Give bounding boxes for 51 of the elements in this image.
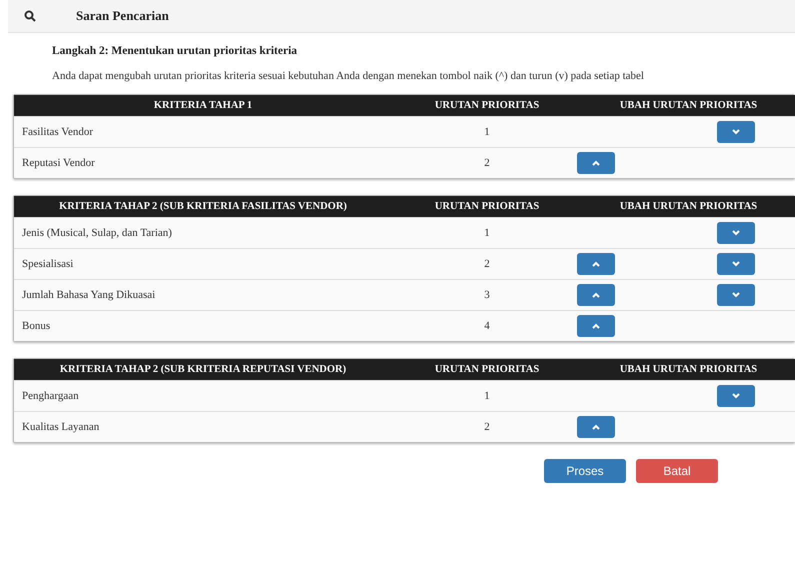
column-header: URUTAN PRIORITAS xyxy=(434,200,540,214)
move-up-button[interactable] xyxy=(577,416,615,438)
table-cell-text: 3 xyxy=(483,289,491,301)
move-down-button[interactable] xyxy=(717,253,755,275)
process-button[interactable]: Proses xyxy=(544,459,626,483)
chevron-down-icon xyxy=(731,229,741,237)
chevron-up-icon xyxy=(591,423,601,431)
column-header: KRITERIA TAHAP 2 (SUB KRITERIA REPUTASI VENDOR) xyxy=(58,363,348,377)
table-cell-text: 2 xyxy=(483,258,491,270)
chevron-up-icon xyxy=(591,322,601,330)
column-header: URUTAN PRIORITAS xyxy=(434,99,540,113)
table-cell-text: Penghargaan xyxy=(21,390,80,402)
move-up-button[interactable] xyxy=(577,253,615,275)
table-cell-text: Jumlah Bahasa Yang Dikuasai xyxy=(21,289,156,301)
move-down-button[interactable] xyxy=(717,121,755,143)
column-header: UBAH URUTAN PRIORITAS xyxy=(618,99,758,113)
table-cell-text: 1 xyxy=(483,227,491,239)
column-header: KRITERIA TAHAP 1 xyxy=(152,99,254,113)
chevron-up-icon xyxy=(591,159,601,167)
column-header: UBAH URUTAN PRIORITAS xyxy=(618,200,758,214)
table-cell-text: Fasilitas Vendor xyxy=(21,126,94,138)
chevron-up-icon xyxy=(591,260,601,268)
move-up-button[interactable] xyxy=(577,284,615,306)
column-header: UBAH URUTAN PRIORITAS xyxy=(618,363,758,377)
column-header: KRITERIA TAHAP 2 (SUB KRITERIA FASILITAS VENDOR) xyxy=(58,200,348,214)
move-down-button[interactable] xyxy=(717,385,755,407)
table-cell-text: 1 xyxy=(483,126,491,138)
cancel-button[interactable]: Batal xyxy=(636,459,718,483)
table-cell-text: 2 xyxy=(483,421,491,433)
panel-title: Saran Pencarian xyxy=(76,8,169,24)
table-cell-text: Bonus xyxy=(21,320,52,332)
chevron-down-icon xyxy=(731,392,741,400)
move-up-button[interactable] xyxy=(577,315,615,337)
column-header: URUTAN PRIORITAS xyxy=(434,363,540,377)
step-title: Langkah 2: Menentukan urutan prioritas kriteria xyxy=(52,45,298,57)
chevron-down-icon xyxy=(731,128,741,136)
chevron-up-icon xyxy=(591,291,601,299)
chevron-down-icon xyxy=(731,291,741,299)
table-cell-text: 4 xyxy=(483,320,491,332)
table-cell-text: Spesialisasi xyxy=(21,258,74,270)
table-cell-text: Kualitas Layanan xyxy=(21,421,100,433)
instruction-text: Anda dapat mengubah urutan prioritas kriteria sesuai kebutuhan Anda dengan menekan tombol naik (^) dan turun (v) pada setiap tabel xyxy=(52,69,645,84)
move-up-button[interactable] xyxy=(577,152,615,174)
move-down-button[interactable] xyxy=(717,222,755,244)
chevron-down-icon xyxy=(731,260,741,268)
table-cell-text: 1 xyxy=(483,390,491,402)
search-icon xyxy=(24,10,36,22)
table-cell-text: Jenis (Musical, Sulap, dan Tarian) xyxy=(21,227,173,239)
table-cell-text: 2 xyxy=(483,157,491,169)
move-down-button[interactable] xyxy=(717,284,755,306)
table-cell-text: Reputasi Vendor xyxy=(21,157,96,169)
